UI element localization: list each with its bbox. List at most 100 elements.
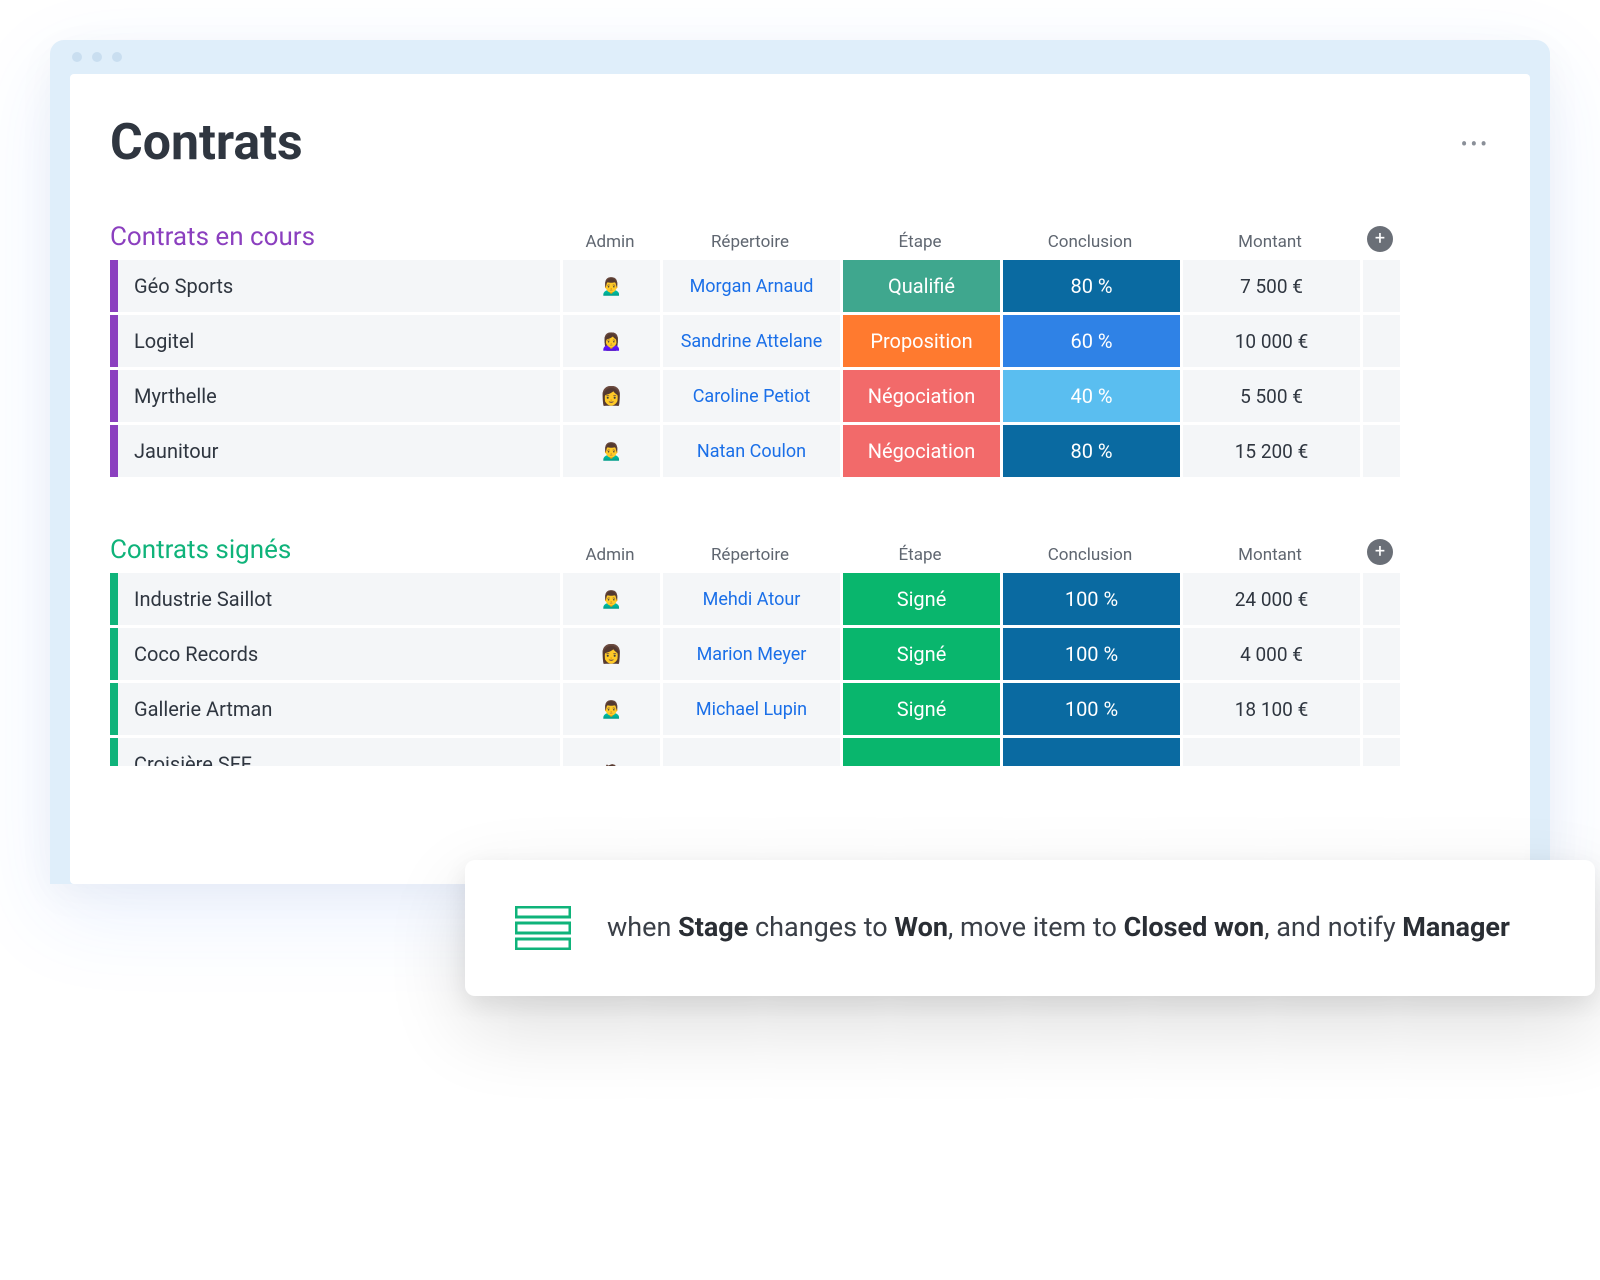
group-title[interactable]: Contrats en cours bbox=[110, 222, 560, 252]
avatar: 🙍‍♂️ bbox=[595, 269, 629, 303]
row-name[interactable]: Gallerie Artman bbox=[110, 683, 560, 735]
column-header-conclusion[interactable]: Conclusion bbox=[1000, 545, 1180, 565]
row-name[interactable]: Géo Sports bbox=[110, 260, 560, 312]
row-stage-badge[interactable]: Signé bbox=[843, 573, 1000, 625]
row-tail bbox=[1363, 573, 1400, 625]
row-tail bbox=[1363, 683, 1400, 735]
row-tail bbox=[1363, 425, 1400, 477]
row-name[interactable]: Myrthelle bbox=[110, 370, 560, 422]
row-directory-link[interactable]: Sandrine Attelane bbox=[663, 315, 840, 367]
row-tail bbox=[1363, 628, 1400, 680]
column-header-stage[interactable]: Étape bbox=[840, 545, 1000, 565]
table-row[interactable]: Coco Records 👩 Marion Meyer Signé 100 % … bbox=[110, 628, 1490, 680]
row-admin[interactable]: 🙍‍♂️ bbox=[563, 260, 660, 312]
row-tail bbox=[1363, 315, 1400, 367]
automation-card[interactable]: when Stage changes to Won, move item to … bbox=[465, 860, 1595, 996]
row-conclusion-badge[interactable]: 100 % bbox=[1003, 683, 1180, 735]
group-header: Contrats signés Admin Répertoire Étape C… bbox=[110, 535, 1490, 565]
row-conclusion-badge[interactable]: 80 % bbox=[1003, 425, 1180, 477]
row-conclusion-badge[interactable]: 100 % bbox=[1003, 628, 1180, 680]
row-admin[interactable]: 🙍‍♂️ bbox=[563, 425, 660, 477]
row-conclusion-badge[interactable]: 60 % bbox=[1003, 315, 1180, 367]
row-admin[interactable]: 👩 bbox=[563, 628, 660, 680]
group-title[interactable]: Contrats signés bbox=[110, 535, 560, 565]
window-dot bbox=[92, 52, 102, 62]
column-header-amount[interactable]: Montant bbox=[1180, 545, 1360, 565]
row-conclusion-badge[interactable]: 80 % bbox=[1003, 260, 1180, 312]
row-amount[interactable]: 24 000 € bbox=[1183, 573, 1360, 625]
row-amount[interactable]: 10 000 € bbox=[1183, 315, 1360, 367]
avatar: 👩 bbox=[595, 379, 629, 413]
row-directory-link[interactable] bbox=[663, 738, 840, 766]
row-admin[interactable]: 🙍 bbox=[563, 738, 660, 766]
column-header-stage[interactable]: Étape bbox=[840, 232, 1000, 252]
row-amount[interactable]: 15 200 € bbox=[1183, 425, 1360, 477]
automation-var-manager: Manager bbox=[1402, 911, 1510, 943]
window-dot bbox=[112, 52, 122, 62]
row-admin[interactable]: 🙍‍♂️ bbox=[563, 683, 660, 735]
avatar: 🙍‍♂️ bbox=[595, 434, 629, 468]
table-row[interactable]: Logitel 🙍‍♀️ Sandrine Attelane Propositi… bbox=[110, 315, 1490, 367]
row-directory-link[interactable]: Mehdi Atour bbox=[663, 573, 840, 625]
row-stage-badge[interactable]: Négociation bbox=[843, 425, 1000, 477]
row-directory-link[interactable]: Caroline Petiot bbox=[663, 370, 840, 422]
table-row[interactable]: Croisière SFF 🙍 bbox=[110, 738, 1490, 766]
row-amount[interactable]: 18 100 € bbox=[1183, 683, 1360, 735]
row-directory-link[interactable]: Marion Meyer bbox=[663, 628, 840, 680]
group-signed: Contrats signés Admin Répertoire Étape C… bbox=[110, 535, 1490, 766]
row-stage-badge[interactable]: Signé bbox=[843, 683, 1000, 735]
row-name[interactable]: Jaunitour bbox=[110, 425, 560, 477]
avatar: 🙍 bbox=[595, 756, 629, 766]
column-header-directory[interactable]: Répertoire bbox=[660, 232, 840, 252]
row-admin[interactable]: 👩 bbox=[563, 370, 660, 422]
table-row[interactable]: Myrthelle 👩 Caroline Petiot Négociation … bbox=[110, 370, 1490, 422]
group-ongoing: Contrats en cours Admin Répertoire Étape… bbox=[110, 222, 1490, 477]
row-amount[interactable] bbox=[1183, 738, 1360, 766]
add-column-button[interactable]: + bbox=[1367, 226, 1393, 252]
window-dot bbox=[72, 52, 82, 62]
column-header-conclusion[interactable]: Conclusion bbox=[1000, 232, 1180, 252]
avatar: 🙍‍♂️ bbox=[595, 582, 629, 616]
row-tail bbox=[1363, 370, 1400, 422]
row-conclusion-badge[interactable]: 40 % bbox=[1003, 370, 1180, 422]
row-amount[interactable]: 7 500 € bbox=[1183, 260, 1360, 312]
row-name[interactable]: Industrie Saillot bbox=[110, 573, 560, 625]
row-directory-link[interactable]: Morgan Arnaud bbox=[663, 260, 840, 312]
automation-text: when Stage changes to Won, move item to … bbox=[607, 909, 1510, 947]
browser-frame: ••• Contrats Contrats en cours Admin Rép… bbox=[50, 40, 1550, 884]
column-header-amount[interactable]: Montant bbox=[1180, 232, 1360, 252]
more-menu-icon[interactable]: ••• bbox=[1461, 132, 1490, 156]
row-directory-link[interactable]: Michael Lupin bbox=[663, 683, 840, 735]
add-column-button[interactable]: + bbox=[1367, 539, 1393, 565]
group-header: Contrats en cours Admin Répertoire Étape… bbox=[110, 222, 1490, 252]
table-row[interactable]: Gallerie Artman 🙍‍♂️ Michael Lupin Signé… bbox=[110, 683, 1490, 735]
row-directory-link[interactable]: Natan Coulon bbox=[663, 425, 840, 477]
row-conclusion-badge[interactable]: 100 % bbox=[1003, 573, 1180, 625]
avatar: 🙍‍♂️ bbox=[595, 692, 629, 726]
automation-prefix: when bbox=[607, 911, 678, 943]
column-header-directory[interactable]: Répertoire bbox=[660, 545, 840, 565]
row-stage-badge[interactable] bbox=[843, 738, 1000, 766]
row-stage-badge[interactable]: Signé bbox=[843, 628, 1000, 680]
row-amount[interactable]: 4 000 € bbox=[1183, 628, 1360, 680]
row-name[interactable]: Croisière SFF bbox=[110, 738, 560, 766]
column-header-admin[interactable]: Admin bbox=[560, 545, 660, 565]
automation-list-icon bbox=[515, 906, 571, 950]
row-stage-badge[interactable]: Proposition bbox=[843, 315, 1000, 367]
row-amount[interactable]: 5 500 € bbox=[1183, 370, 1360, 422]
row-tail bbox=[1363, 738, 1400, 766]
row-admin[interactable]: 🙍‍♀️ bbox=[563, 315, 660, 367]
row-stage-badge[interactable]: Négociation bbox=[843, 370, 1000, 422]
table-row[interactable]: Géo Sports 🙍‍♂️ Morgan Arnaud Qualifié 8… bbox=[110, 260, 1490, 312]
automation-var-closed: Closed won bbox=[1124, 911, 1265, 943]
row-name[interactable]: Logitel bbox=[110, 315, 560, 367]
content-card: ••• Contrats Contrats en cours Admin Rép… bbox=[70, 74, 1530, 884]
column-header-admin[interactable]: Admin bbox=[560, 232, 660, 252]
row-admin[interactable]: 🙍‍♂️ bbox=[563, 573, 660, 625]
row-name[interactable]: Coco Records bbox=[110, 628, 560, 680]
table-row[interactable]: Jaunitour 🙍‍♂️ Natan Coulon Négociation … bbox=[110, 425, 1490, 477]
row-tail bbox=[1363, 260, 1400, 312]
table-row[interactable]: Industrie Saillot 🙍‍♂️ Mehdi Atour Signé… bbox=[110, 573, 1490, 625]
row-conclusion-badge[interactable] bbox=[1003, 738, 1180, 766]
row-stage-badge[interactable]: Qualifié bbox=[843, 260, 1000, 312]
